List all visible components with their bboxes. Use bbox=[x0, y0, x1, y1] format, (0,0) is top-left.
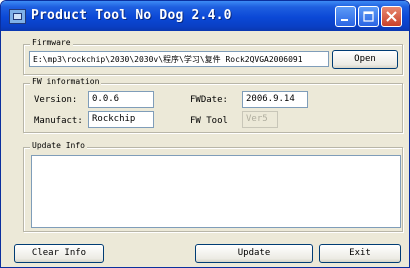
maximize-button[interactable] bbox=[358, 6, 379, 27]
minimize-icon bbox=[341, 19, 348, 21]
firmware-legend: Firmware bbox=[30, 38, 73, 47]
fwdate-label: FWDate: bbox=[190, 95, 228, 105]
close-button[interactable] bbox=[381, 6, 402, 27]
fwtool-field: Ver5 bbox=[242, 111, 278, 128]
manufact-field[interactable]: Rockchip bbox=[88, 111, 154, 128]
version-label: Version: bbox=[34, 95, 78, 105]
app-icon bbox=[9, 9, 26, 24]
close-icon bbox=[386, 11, 397, 22]
fwtool-label: FW Tool bbox=[190, 116, 228, 126]
fw-info-legend: FW information bbox=[30, 77, 102, 86]
exit-button[interactable]: Exit bbox=[319, 244, 401, 263]
title-bar[interactable]: Product Tool No Dog 2.4.0 bbox=[1, 1, 409, 31]
version-field[interactable]: 0.0.6 bbox=[88, 91, 154, 108]
main-window: Product Tool No Dog 2.4.0 Firmware E:\mp… bbox=[0, 0, 410, 268]
window-title: Product Tool No Dog 2.4.0 bbox=[31, 8, 232, 23]
firmware-path-field[interactable]: E:\mp3\rockchip\2030\2030v\程序\学习\复件 Rock… bbox=[29, 51, 329, 67]
open-button[interactable]: Open bbox=[332, 50, 398, 69]
update-button[interactable]: Update bbox=[195, 244, 313, 263]
maximize-icon bbox=[363, 11, 374, 22]
fwdate-field[interactable]: 2006.9.14 bbox=[242, 91, 308, 108]
update-info-textarea[interactable] bbox=[31, 155, 401, 228]
minimize-button[interactable] bbox=[335, 6, 356, 27]
clear-info-button[interactable]: Clear Info bbox=[14, 244, 104, 263]
manufact-label: Manufact: bbox=[34, 116, 83, 126]
update-info-legend: Update Info bbox=[30, 141, 87, 150]
